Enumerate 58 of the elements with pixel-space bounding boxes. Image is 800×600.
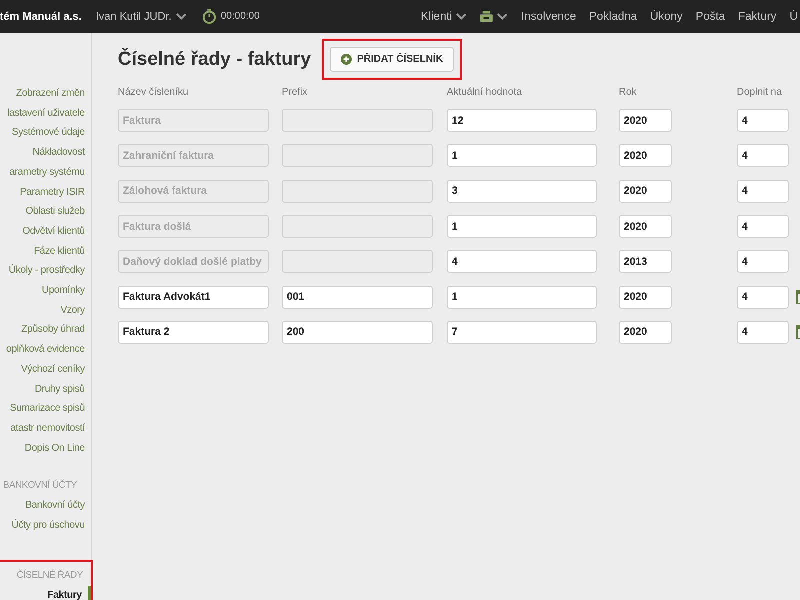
section-heading: BANKOVNÍ ÚČTY — [3, 478, 78, 494]
sidebar-item[interactable]: Fáze klientů — [34, 242, 85, 262]
sidebar-item[interactable]: Systémové údaje — [12, 123, 85, 144]
sidebar-item[interactable]: oplňková evidence — [6, 340, 85, 360]
sidebar-item[interactable]: Upomínky — [42, 281, 85, 301]
sidebar-item[interactable]: lastavení uživatele — [7, 104, 85, 124]
sidebar-item[interactable]: Odvětví klientů — [22, 222, 85, 242]
input-field[interactable]: 4 — [737, 286, 789, 309]
sidebar-item[interactable]: Faktury — [48, 586, 91, 600]
sidebar-item[interactable]: Nákladovost — [32, 143, 85, 163]
nav-link[interactable]: Pošta — [696, 10, 726, 22]
stopwatch-icon[interactable] — [202, 9, 217, 24]
sidebar-item[interactable]: Sumarizace spisů — [10, 399, 85, 419]
nav-dropdown[interactable]: Klienti — [421, 10, 468, 22]
sidebar-item[interactable]: Bankovní účty — [25, 496, 85, 516]
nav-link[interactable]: Insolvence — [521, 10, 576, 22]
input-field[interactable]: 7 — [447, 320, 597, 344]
input-field[interactable]: Faktura 2 — [118, 320, 269, 344]
input-field[interactable]: 1 — [447, 286, 597, 309]
chevron-down-icon — [497, 13, 508, 20]
sidebar-item[interactable]: arametry systému — [10, 162, 85, 183]
brand-name: tém Manuál a.s. — [0, 10, 83, 22]
input-field[interactable]: 2020 — [619, 286, 672, 309]
sidebar-item[interactable]: Úkoly - prostředky — [8, 261, 85, 282]
sidebar-item[interactable]: Oblasti služeb — [26, 202, 85, 222]
nav-link[interactable]: Ú — [790, 10, 798, 22]
input-field[interactable]: 200 — [282, 320, 433, 344]
sidebar-item[interactable]: Vzory — [60, 300, 85, 320]
add-button[interactable]: PŘIDAT ČÍSELNÍK — [330, 47, 454, 72]
column-header: Doplnit na — [737, 86, 784, 100]
nav-link[interactable]: Faktury — [738, 10, 777, 22]
sidebar-item[interactable]: Způsoby úhrad — [22, 320, 85, 340]
input-field[interactable]: Faktura Advokát1 — [118, 286, 269, 309]
sidebar-item[interactable]: Parametry ISIR — [20, 182, 85, 202]
column-header: Prefix — [282, 86, 309, 100]
printer-menu[interactable] — [480, 11, 508, 22]
input-field[interactable]: 001 — [282, 286, 433, 309]
column-header: Rok — [619, 86, 638, 100]
nav-link[interactable]: Pokladna — [589, 10, 638, 22]
printer-icon — [480, 11, 494, 22]
timer-text: 00:00:00 — [221, 11, 260, 22]
chevron-down-icon — [456, 13, 468, 20]
plus-circle-icon — [341, 54, 352, 65]
sidebar-item[interactable]: Výchozí ceníky — [21, 360, 85, 380]
sidebar-item[interactable]: Dopis On Line — [24, 438, 85, 458]
column-header: Aktuální hodnota — [447, 86, 524, 100]
nav-link[interactable]: Úkony — [650, 10, 683, 22]
input-field[interactable]: 2020 — [619, 320, 672, 344]
user-menu[interactable]: Ivan Kutil JUDr. — [96, 10, 202, 22]
page-title: Číselné řady - faktury — [118, 48, 312, 70]
column-header: Název čísleníku — [118, 86, 190, 100]
input-field[interactable]: 4 — [737, 320, 789, 344]
chevron-down-icon — [176, 13, 187, 20]
sidebar-item[interactable]: Zobrazení změn — [16, 84, 85, 104]
sidebar-item[interactable]: Druhy spisů — [34, 380, 85, 400]
sidebar-item[interactable]: Účty pro úschovu — [12, 516, 85, 536]
sidebar-item[interactable]: atastr nemovitostí — [10, 418, 85, 439]
section-heading: ČÍSELNÉ ŘADY — [16, 568, 84, 583]
